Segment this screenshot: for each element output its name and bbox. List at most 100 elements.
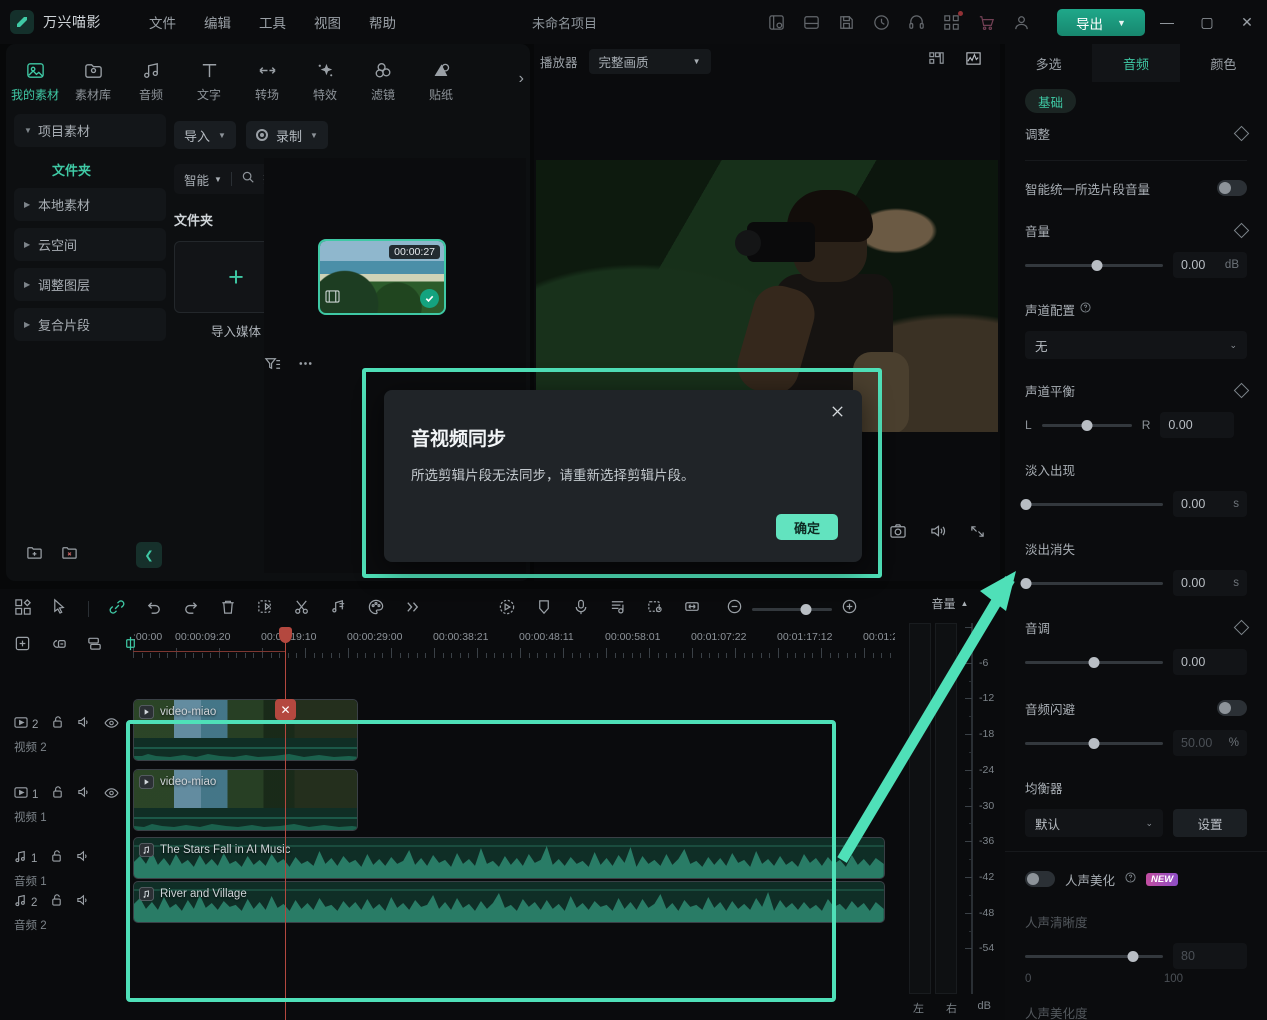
pitch-value-box[interactable]: 0.00 xyxy=(1173,649,1247,675)
visibility-eye-icon[interactable] xyxy=(104,716,120,734)
import-button[interactable]: 导入 ▼ xyxy=(174,121,236,149)
tool-sticker[interactable]: 贴纸 xyxy=(412,59,470,103)
tab-multiselect[interactable]: 多选 xyxy=(1005,44,1092,82)
tree-item-cloud[interactable]: ▶ 云空间 xyxy=(14,228,166,261)
waveform-icon[interactable] xyxy=(965,50,982,72)
zoom-in-icon[interactable] xyxy=(841,598,858,620)
clarity-value-box[interactable]: 80 xyxy=(1173,943,1247,969)
menu-file[interactable]: 文件 xyxy=(135,8,190,36)
mute-icon[interactable] xyxy=(77,785,91,804)
asset-thumbnail[interactable]: 00:00:27 xyxy=(318,239,446,315)
tool-text[interactable]: 文字 xyxy=(180,59,238,103)
fadeout-slider[interactable] xyxy=(1020,577,1163,589)
green-screen-icon[interactable] xyxy=(646,598,664,621)
apps-icon[interactable] xyxy=(942,10,963,32)
keyframe-diamond-icon[interactable] xyxy=(1233,125,1250,141)
delete-icon[interactable] xyxy=(219,598,237,621)
delete-folder-icon[interactable] xyxy=(61,544,78,566)
redo-icon[interactable] xyxy=(182,598,200,621)
collapse-panel-icon[interactable]: ❮ xyxy=(136,542,162,568)
slider-knob[interactable] xyxy=(800,603,812,615)
tree-item-local-media[interactable]: ▶ 本地素材 xyxy=(14,188,166,221)
tool-filter[interactable]: 滤镜 xyxy=(354,59,412,103)
menu-help[interactable]: 帮助 xyxy=(355,8,410,36)
grid-view-icon[interactable] xyxy=(928,50,945,72)
lock-icon[interactable] xyxy=(50,849,63,868)
fadeout-value-box[interactable]: 0.00 s xyxy=(1173,570,1247,596)
add-track-icon[interactable] xyxy=(14,635,31,657)
mute-icon[interactable] xyxy=(77,715,91,734)
keyframe-diamond-icon[interactable] xyxy=(1233,222,1250,238)
marker-icon[interactable] xyxy=(535,598,553,621)
subtab-basic[interactable]: 基础 xyxy=(1025,89,1077,113)
property-scroll-area[interactable]: 调整 智能统一所选片段音量 音量 0.00 dB 声道配置 无 ⌄ 声道平衡 L… xyxy=(1005,120,1267,1020)
slider-knob[interactable] xyxy=(1081,419,1093,431)
menu-edit[interactable]: 编辑 xyxy=(190,8,245,36)
tool-media-library[interactable]: 素材库 xyxy=(64,59,122,103)
minimize-button[interactable]: — xyxy=(1147,0,1187,44)
save-icon[interactable] xyxy=(837,13,856,32)
filter-icon[interactable] xyxy=(264,355,281,377)
speed-icon[interactable] xyxy=(872,13,891,32)
record-button[interactable]: 录制 ▼ xyxy=(245,121,328,149)
mute-icon[interactable] xyxy=(76,849,90,868)
split-scissors-icon[interactable] xyxy=(293,598,311,621)
auto-normalize-toggle[interactable] xyxy=(1217,180,1247,196)
new-folder-icon[interactable] xyxy=(26,544,43,566)
timeline-clip-video-1[interactable]: video-miao xyxy=(133,769,358,831)
balance-slider[interactable] xyxy=(1041,419,1132,431)
more-chevrons-icon[interactable] xyxy=(404,598,422,621)
link-icon[interactable] xyxy=(108,598,126,621)
export-button[interactable]: 导出 ▼ xyxy=(1057,9,1145,36)
voice-beautify-toggle[interactable] xyxy=(1025,871,1055,887)
slider-knob[interactable] xyxy=(1020,577,1032,589)
align-icon[interactable] xyxy=(86,635,103,657)
slider-knob[interactable] xyxy=(1088,656,1100,668)
close-button[interactable]: ✕ xyxy=(1227,0,1267,44)
playhead-handle[interactable] xyxy=(279,627,292,643)
menu-view[interactable]: 视图 xyxy=(300,8,355,36)
more-icon[interactable] xyxy=(297,355,314,377)
menu-tools[interactable]: 工具 xyxy=(245,8,300,36)
tool-effects[interactable]: 特效 xyxy=(296,59,354,103)
fit-width-icon[interactable] xyxy=(683,598,701,621)
timeline-playhead[interactable]: ✕ xyxy=(275,627,296,1020)
tool-rail-more-icon[interactable]: › xyxy=(519,70,524,88)
tool-audio[interactable]: 音频 xyxy=(122,59,180,103)
tab-audio[interactable]: 音频 xyxy=(1092,44,1180,82)
mute-icon[interactable] xyxy=(76,893,90,912)
volume-icon[interactable] xyxy=(929,523,947,544)
playhead-marker-x-icon[interactable]: ✕ xyxy=(275,699,296,720)
tree-item-adjustment-layer[interactable]: ▶ 调整图层 xyxy=(14,268,166,301)
eq-select[interactable]: 默认 ⌄ xyxy=(1025,809,1163,837)
volume-slider[interactable] xyxy=(1025,259,1163,271)
account-icon[interactable] xyxy=(1012,13,1031,32)
search-mode-selector[interactable]: 智能 ▼ xyxy=(184,170,222,189)
tree-item-project-media[interactable]: ▼ 项目素材 xyxy=(14,114,166,147)
speed-icon[interactable] xyxy=(330,598,348,621)
ducking-value-box[interactable]: 50.00 % xyxy=(1173,730,1247,756)
dialog-confirm-button[interactable]: 确定 xyxy=(776,514,838,540)
voiceover-mic-icon[interactable] xyxy=(572,598,590,621)
player-quality-select[interactable]: 完整画质 ▼ xyxy=(588,48,711,74)
project-settings-icon[interactable] xyxy=(767,13,786,32)
help-icon[interactable] xyxy=(1125,872,1136,886)
motion-tracking-icon[interactable] xyxy=(498,598,516,621)
tool-my-media[interactable]: 我的素材 xyxy=(6,59,64,103)
slider-knob[interactable] xyxy=(1088,737,1100,749)
balance-value-box[interactable]: 0.00 xyxy=(1160,412,1235,438)
fadein-value-box[interactable]: 0.00 s xyxy=(1173,491,1247,517)
lock-icon[interactable] xyxy=(50,893,63,912)
lock-icon[interactable] xyxy=(51,715,64,734)
ducking-slider[interactable] xyxy=(1025,737,1163,749)
slider-knob[interactable] xyxy=(1020,498,1032,510)
pitch-slider[interactable] xyxy=(1025,656,1163,668)
templates-icon[interactable] xyxy=(14,598,32,621)
timeline-clip-audio-2[interactable]: River and Village xyxy=(133,881,885,923)
subtitle-icon[interactable] xyxy=(609,598,627,621)
eq-settings-button[interactable]: 设置 xyxy=(1173,809,1247,837)
select-tool-icon[interactable] xyxy=(51,598,69,621)
timeline-clip-video-2[interactable]: video-miao xyxy=(133,699,358,761)
timeline-ruler[interactable]: :00:00 00:00:09:20 00:00:19:10 00:00:29:… xyxy=(133,631,918,659)
tab-color[interactable]: 颜色 xyxy=(1180,44,1267,82)
